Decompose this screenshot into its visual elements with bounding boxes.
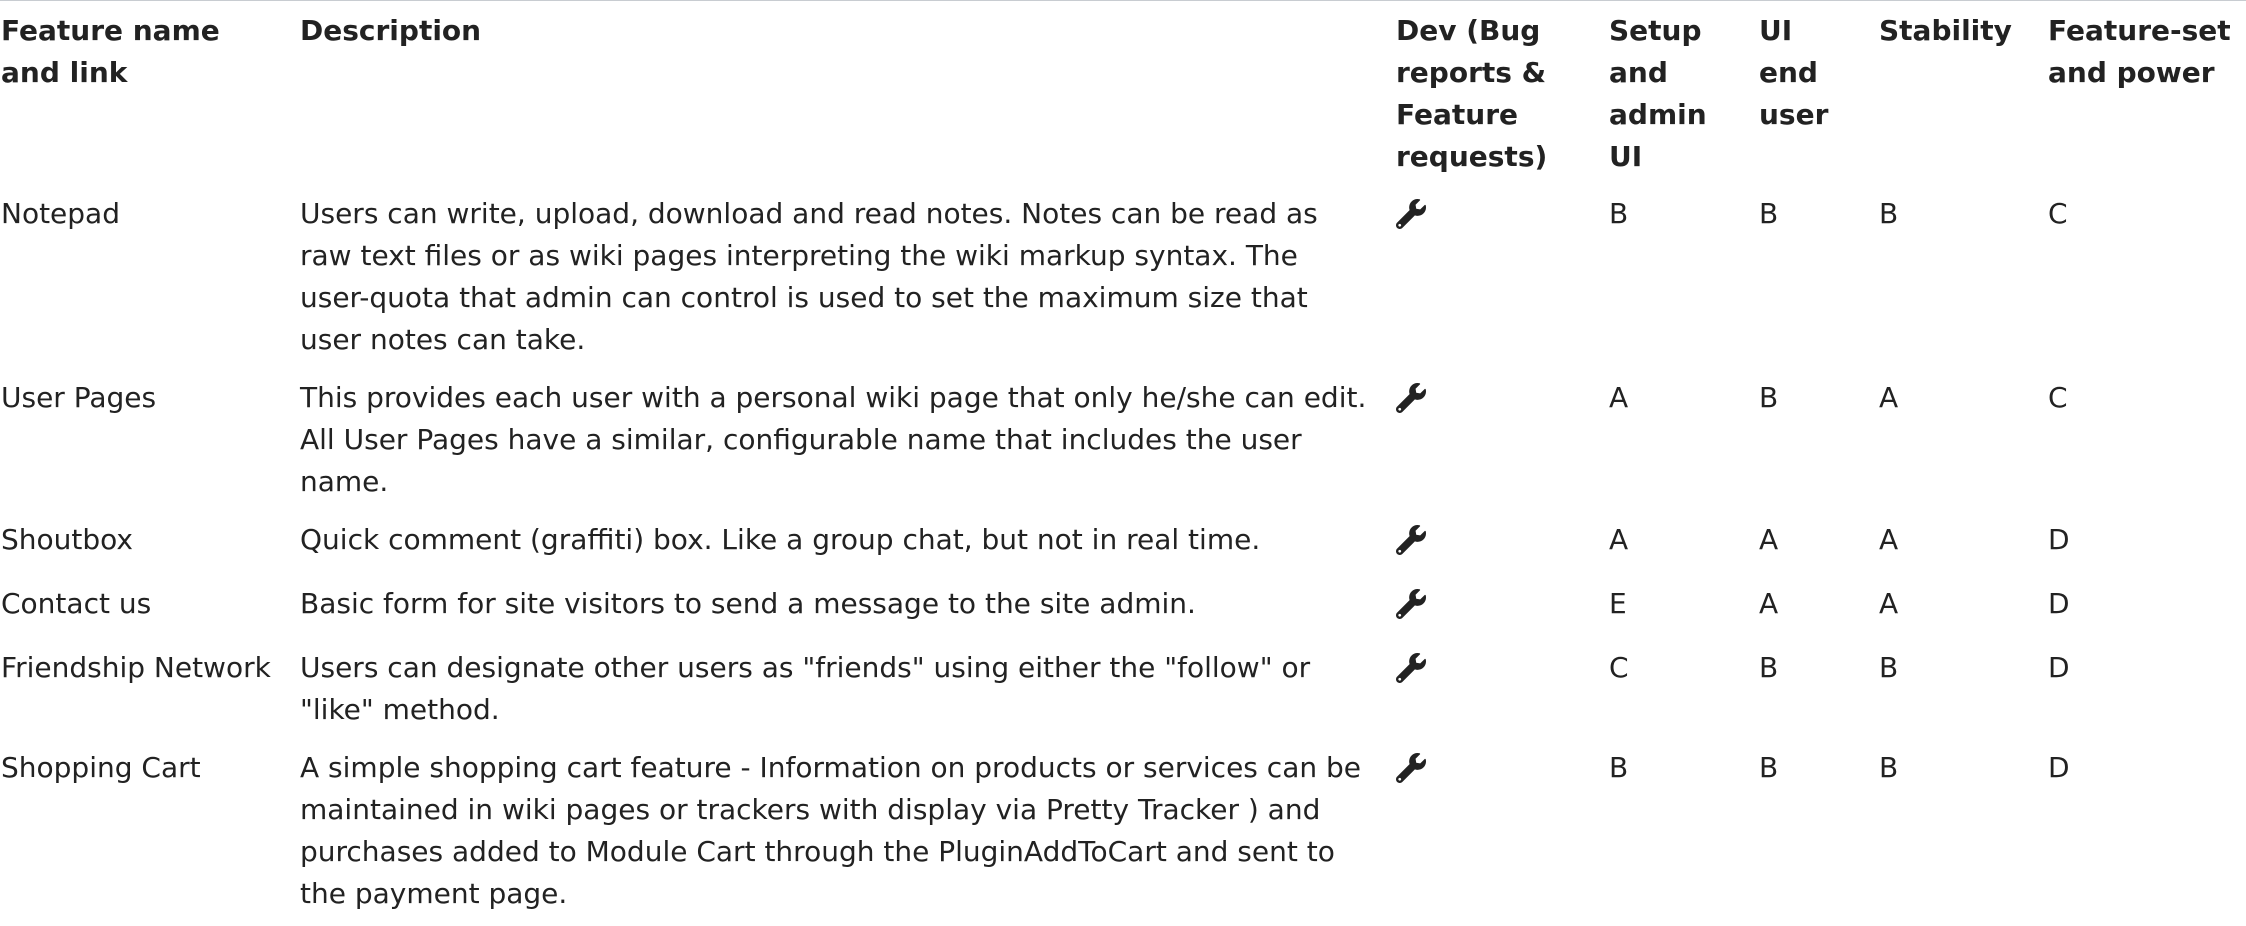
wrench-icon[interactable] — [1396, 383, 1426, 413]
table-row: Friendship Network Users can designate o… — [0, 642, 2241, 742]
wrench-icon[interactable] — [1396, 525, 1426, 555]
table-header: Feature name and link Description Dev (B… — [0, 1, 2241, 188]
table-row: Shopping Cart A simple shopping cart fea… — [0, 742, 2241, 926]
setup-grade-cell: B — [1609, 751, 1629, 784]
dev-cell — [1386, 578, 1599, 642]
table-row: Contact us Basic form for site visitors … — [0, 578, 2241, 642]
wrench-icon[interactable] — [1396, 199, 1426, 229]
table-row: Notepad Users can write, upload, downloa… — [0, 188, 2241, 372]
description-cell: Quick comment (graffiti) box. Like a gro… — [300, 523, 1261, 556]
table-body: Notepad Users can write, upload, downloa… — [0, 188, 2241, 926]
header-ui-end-user[interactable]: UI end user — [1749, 1, 1869, 188]
stability-grade-cell: B — [1879, 751, 1899, 784]
ui-grade-cell: B — [1759, 751, 1779, 784]
header-row: Feature name and link Description Dev (B… — [0, 1, 2241, 188]
setup-grade-cell: C — [1609, 651, 1629, 684]
stability-grade-cell: B — [1879, 651, 1899, 684]
description-cell: Basic form for site visitors to send a m… — [300, 587, 1196, 620]
setup-grade-cell: E — [1609, 587, 1627, 620]
ui-grade-cell: B — [1759, 651, 1779, 684]
feature-name-cell[interactable]: Notepad — [0, 188, 290, 372]
feature-name-cell[interactable]: Shoutbox — [0, 514, 290, 578]
dev-cell — [1386, 188, 1599, 372]
dev-cell — [1386, 514, 1599, 578]
table-row: User Pages This provides each user with … — [0, 372, 2241, 514]
ui-grade-cell: A — [1759, 587, 1779, 620]
stability-grade-cell: A — [1879, 381, 1899, 414]
header-setup-admin-ui[interactable]: Setup and admin UI — [1599, 1, 1749, 188]
feature-name-cell[interactable]: Contact us — [0, 578, 290, 642]
wrench-icon[interactable] — [1396, 753, 1426, 783]
feature-table-container: Feature name and link Description Dev (B… — [0, 1, 2241, 926]
wrench-icon[interactable] — [1396, 589, 1426, 619]
setup-grade-cell: A — [1609, 381, 1629, 414]
table-row: Shoutbox Quick comment (graffiti) box. L… — [0, 514, 2241, 578]
wrench-icon[interactable] — [1396, 653, 1426, 683]
ui-grade-cell: A — [1759, 523, 1779, 556]
header-stability[interactable]: Stability — [1869, 1, 2038, 188]
description-cell: A simple shopping cart feature - Informa… — [300, 751, 1361, 910]
setup-grade-cell: B — [1609, 197, 1629, 230]
description-cell: Users can write, upload, download and re… — [300, 197, 1318, 356]
feature-name-cell[interactable]: User Pages — [0, 372, 290, 514]
dev-cell — [1386, 742, 1599, 926]
feature-table: Feature name and link Description Dev (B… — [0, 1, 2241, 926]
ui-grade-cell: B — [1759, 197, 1779, 230]
setup-grade-cell: A — [1609, 523, 1629, 556]
feature-name-cell[interactable]: Shopping Cart — [0, 742, 290, 926]
header-feature-set[interactable]: Feature-set and power — [2038, 1, 2241, 188]
featureset-grade-cell: D — [2048, 523, 2070, 556]
stability-grade-cell: B — [1879, 197, 1899, 230]
featureset-grade-cell: D — [2048, 751, 2070, 784]
description-cell: Users can designate other users as "frie… — [300, 651, 1311, 726]
header-feature-name[interactable]: Feature name and link — [0, 1, 290, 188]
featureset-grade-cell: D — [2048, 587, 2070, 620]
dev-cell — [1386, 642, 1599, 742]
stability-grade-cell: A — [1879, 587, 1899, 620]
description-cell: This provides each user with a personal … — [300, 381, 1367, 498]
stability-grade-cell: A — [1879, 523, 1899, 556]
feature-name-cell[interactable]: Friendship Network — [0, 642, 290, 742]
header-description[interactable]: Description — [290, 1, 1386, 188]
header-dev[interactable]: Dev (Bug reports & Feature requests) — [1386, 1, 1599, 188]
featureset-grade-cell: C — [2048, 197, 2068, 230]
ui-grade-cell: B — [1759, 381, 1779, 414]
featureset-grade-cell: C — [2048, 381, 2068, 414]
dev-cell — [1386, 372, 1599, 514]
featureset-grade-cell: D — [2048, 651, 2070, 684]
